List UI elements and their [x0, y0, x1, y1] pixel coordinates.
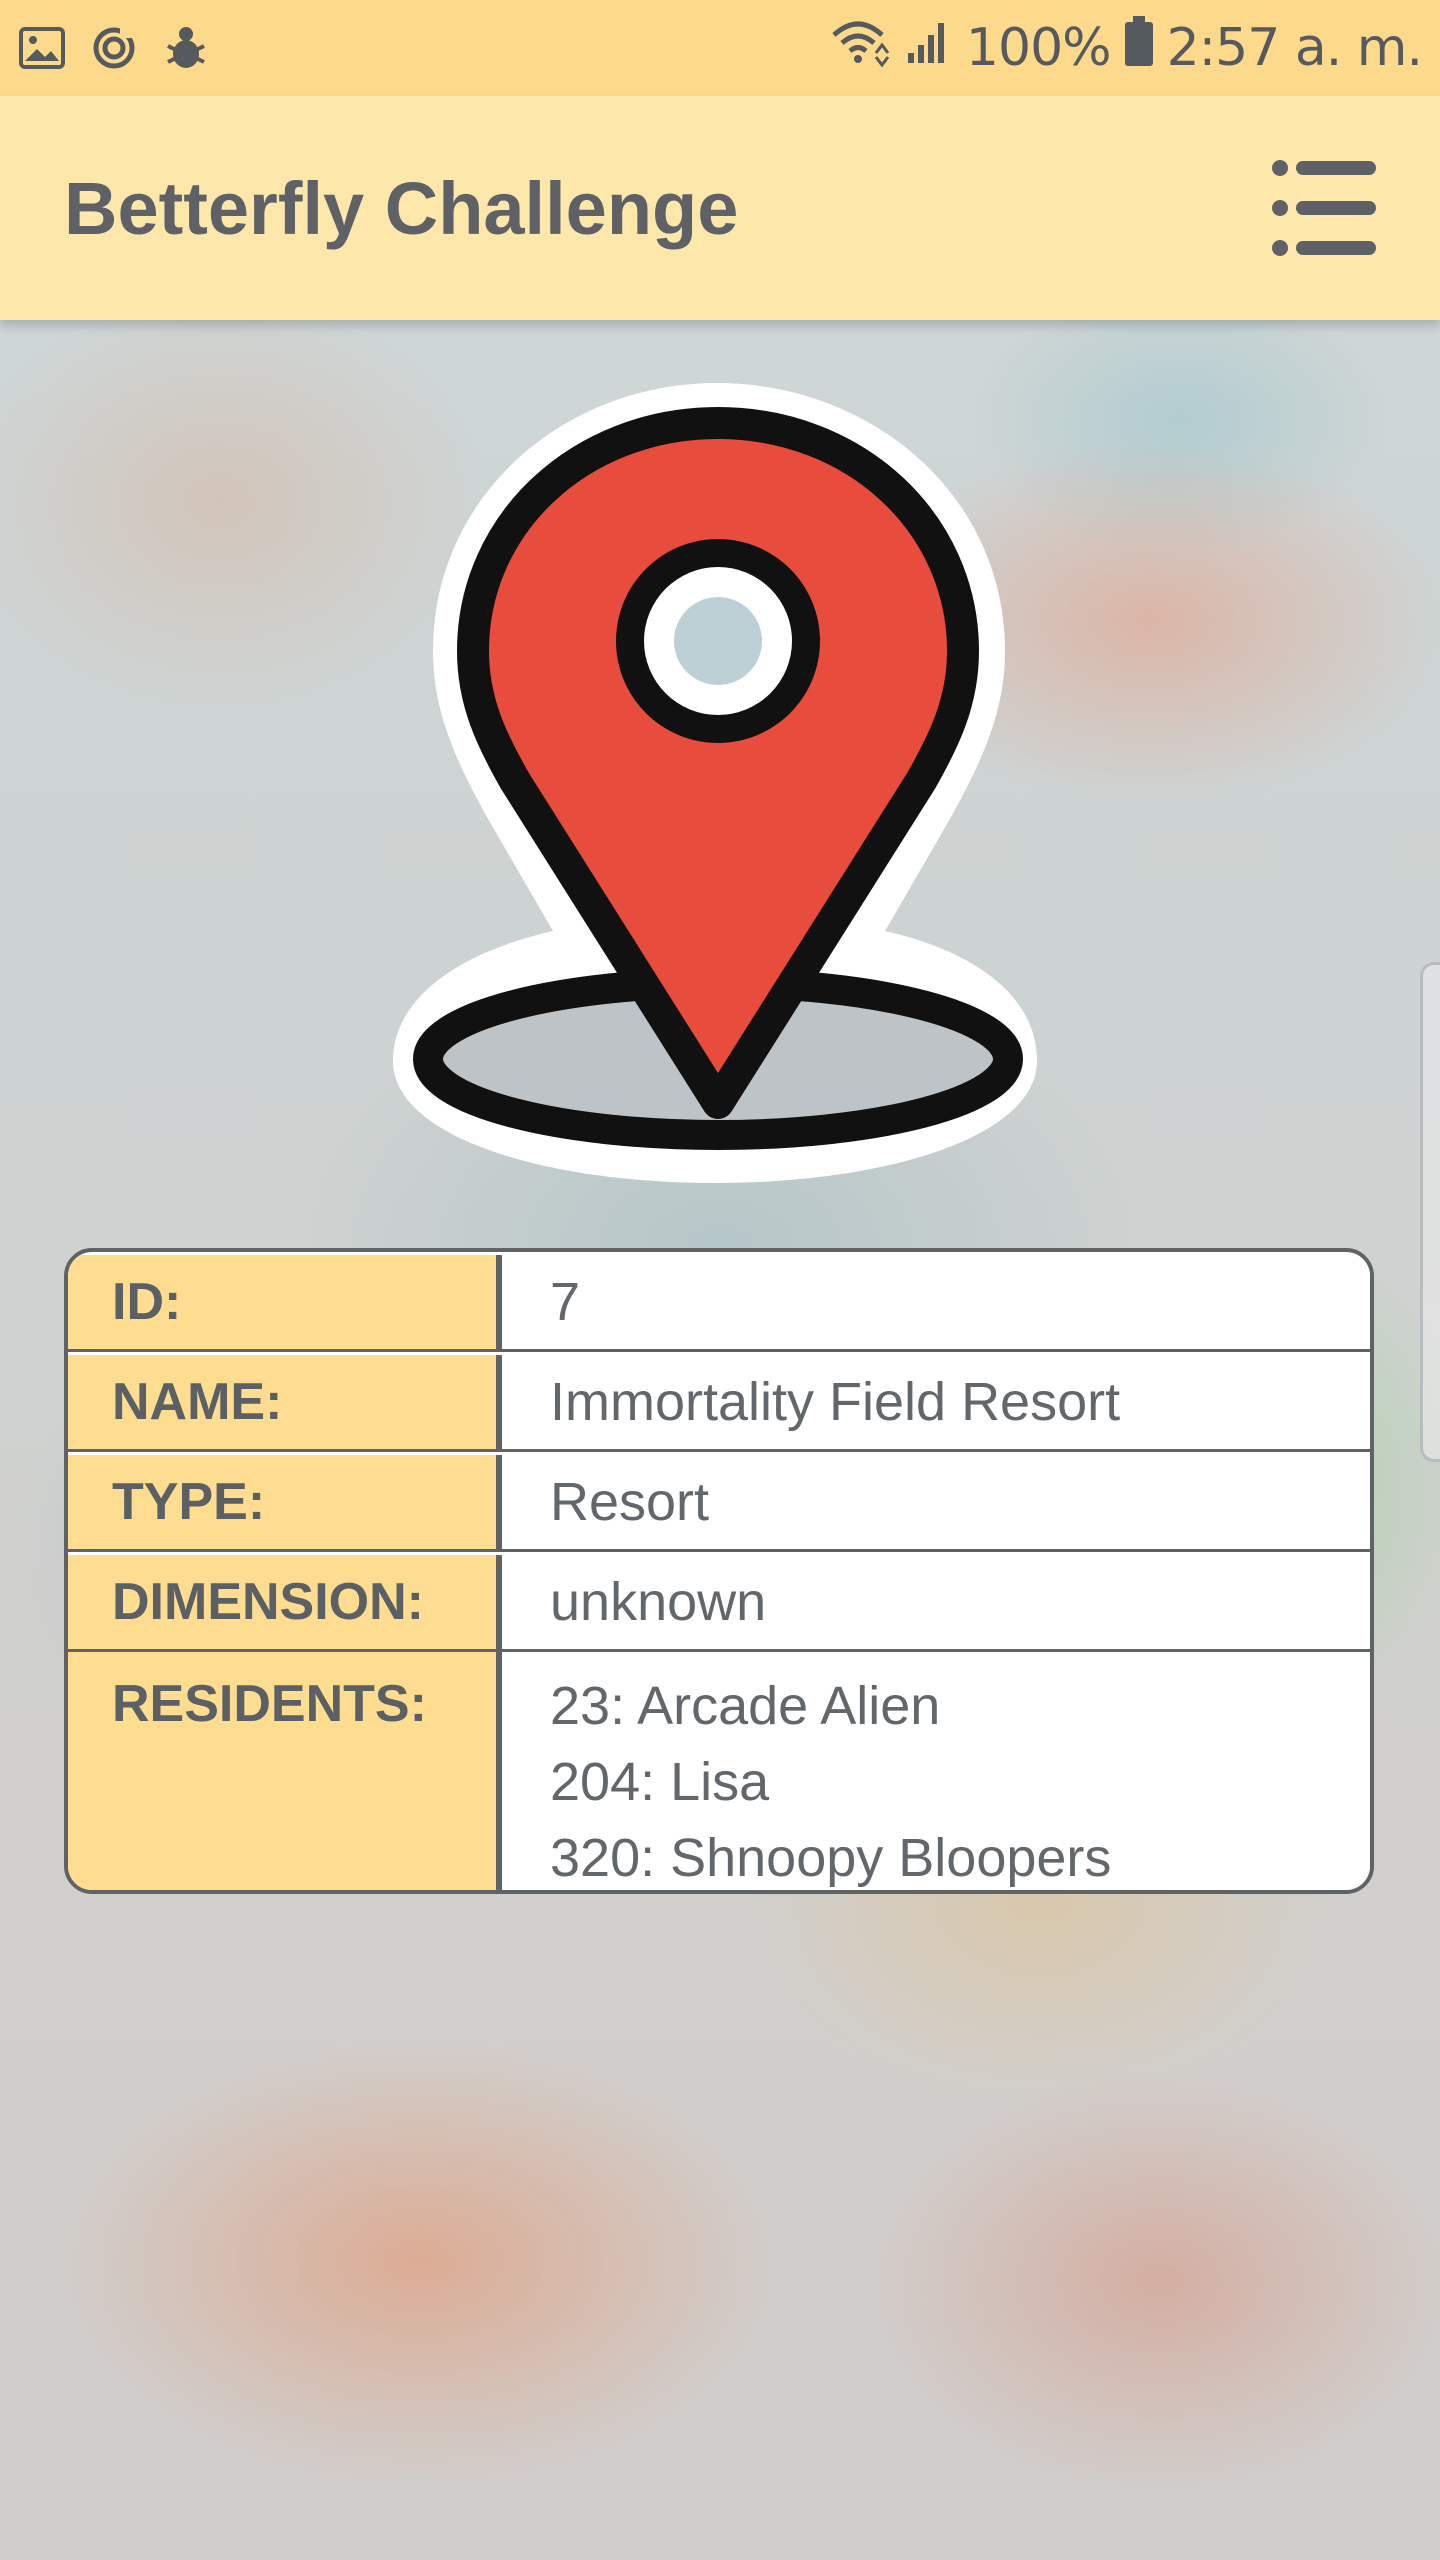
residents-label: RESIDENTS: — [68, 1652, 502, 1890]
residents-list: 23: Arcade Alien 204: Lisa 320: Shnoopy … — [502, 1652, 1370, 1890]
resident-item[interactable]: 320: Shnoopy Bloopers — [550, 1820, 1370, 1890]
id-value: 7 — [502, 1255, 1370, 1349]
resident-item[interactable]: 204: Lisa — [550, 1744, 1370, 1820]
bug-icon — [162, 24, 210, 72]
sync-icon — [90, 24, 138, 72]
menu-button[interactable] — [1270, 153, 1380, 263]
location-details-table: ID: 7 NAME: Immortality Field Resort TYP… — [64, 1248, 1374, 1894]
edge-panel-handle[interactable] — [1420, 962, 1440, 1462]
details-row-residents: RESIDENTS: 23: Arcade Alien 204: Lisa 32… — [68, 1652, 1370, 1890]
app-title: Betterfly Challenge — [64, 166, 739, 250]
notification-icons — [0, 24, 210, 72]
status-bar: 100% 2:57 a. m. — [0, 0, 1440, 96]
dimension-label: DIMENSION: — [68, 1555, 502, 1649]
app-bar: Betterfly Challenge — [0, 96, 1440, 320]
id-label: ID: — [68, 1255, 502, 1349]
clock: 2:57 a. m. — [1166, 18, 1423, 78]
battery-percent: 100% — [965, 18, 1112, 78]
details-row-type: TYPE: Resort — [68, 1452, 1370, 1552]
details-row-name: NAME: Immortality Field Resort — [68, 1352, 1370, 1452]
location-pin-icon — [393, 383, 1037, 1183]
details-row-dimension: DIMENSION: unknown — [68, 1552, 1370, 1652]
system-indicators: 100% 2:57 a. m. — [830, 15, 1440, 81]
type-label: TYPE: — [68, 1455, 502, 1549]
dimension-value: unknown — [502, 1555, 1370, 1649]
menu-icon — [1272, 160, 1376, 256]
wifi-icon — [830, 17, 892, 80]
details-row-id: ID: 7 — [68, 1252, 1370, 1352]
type-value: Resort — [502, 1455, 1370, 1549]
battery-icon — [1123, 15, 1155, 81]
gallery-icon — [18, 24, 66, 72]
name-value: Immortality Field Resort — [502, 1355, 1370, 1449]
resident-item[interactable]: 23: Arcade Alien — [550, 1668, 1370, 1744]
name-label: NAME: — [68, 1355, 502, 1449]
signal-icon — [904, 17, 954, 80]
